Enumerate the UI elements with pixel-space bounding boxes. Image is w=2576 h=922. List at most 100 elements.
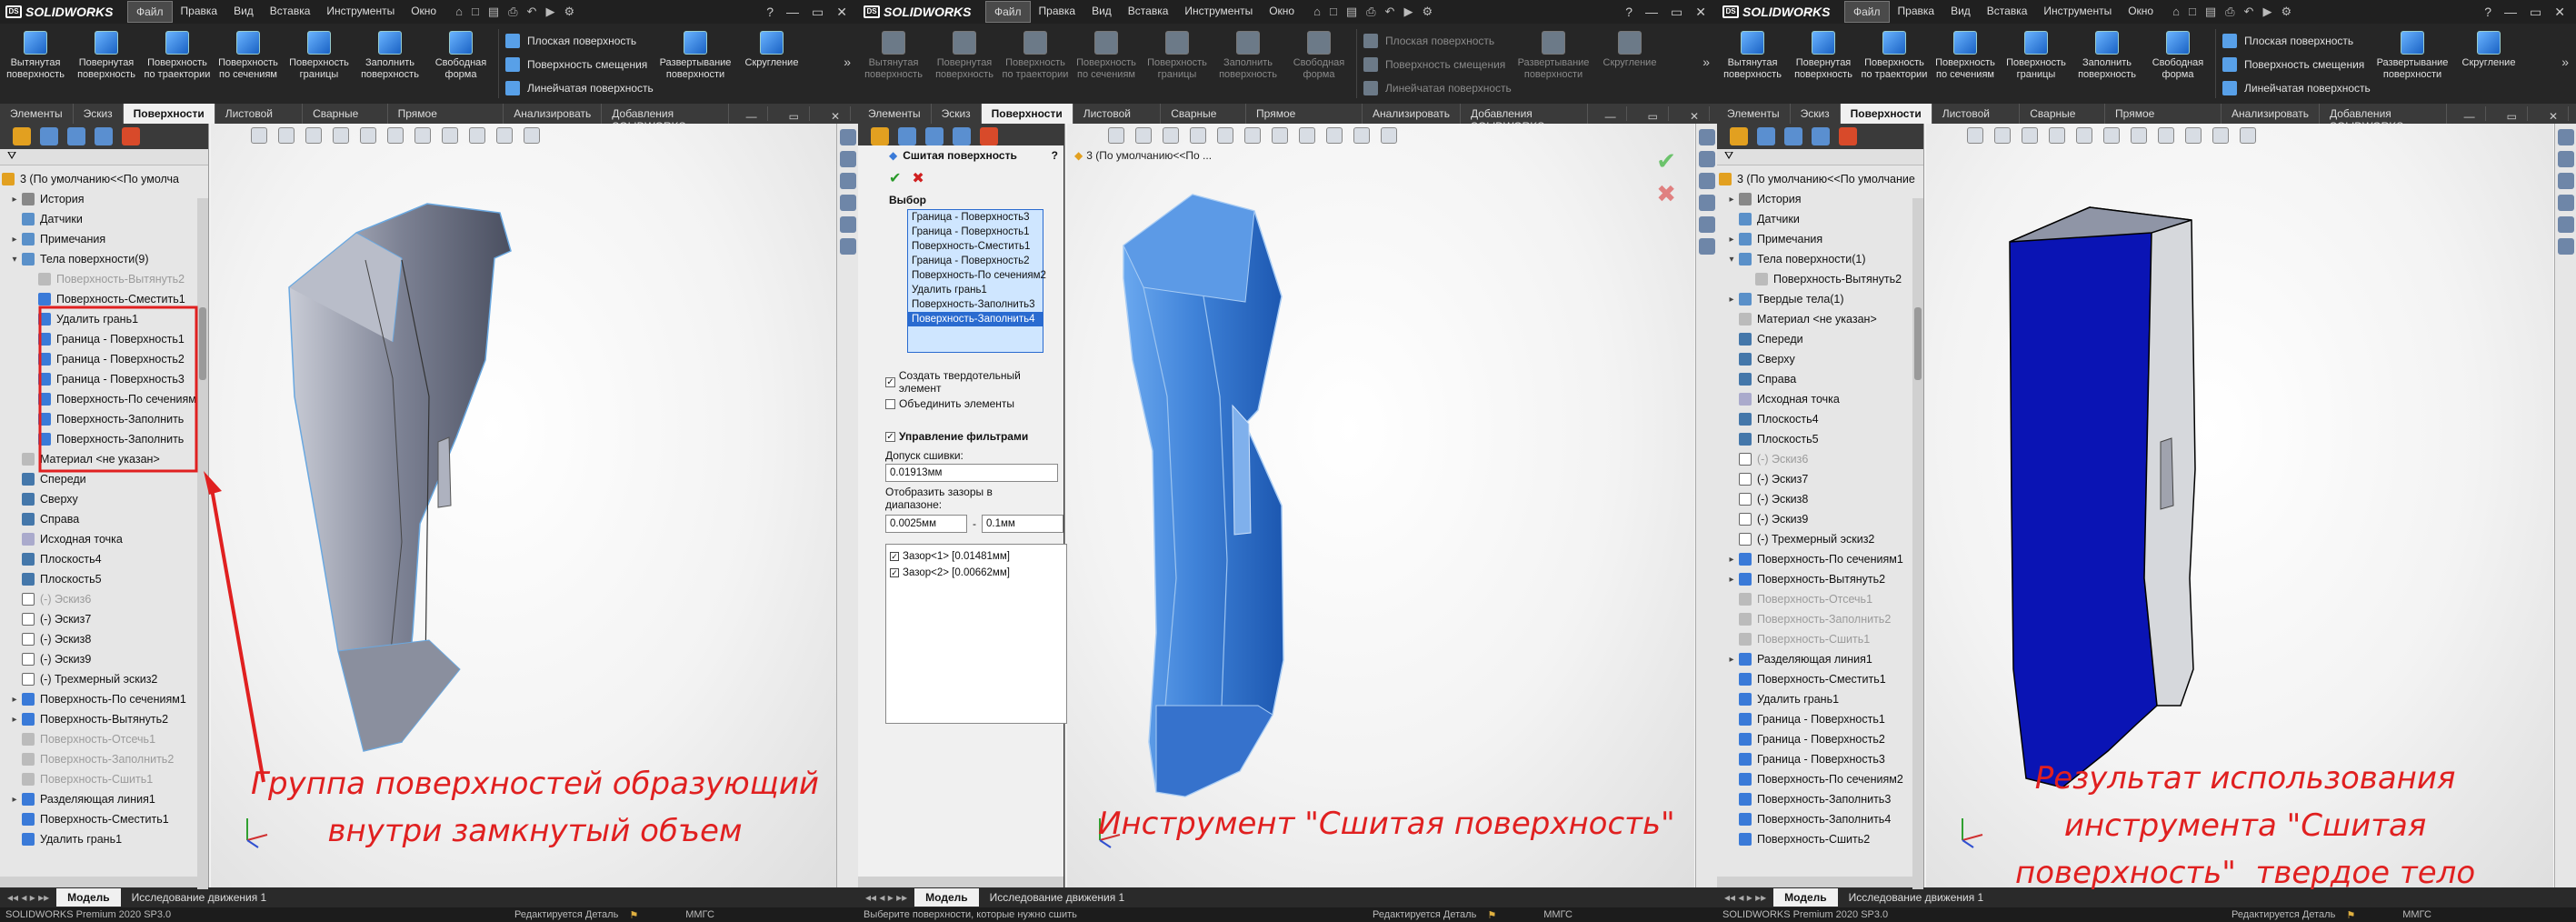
ribbon-button-2[interactable]: Поверхность по траектории bbox=[1859, 27, 1930, 104]
scrollbar-thumb[interactable] bbox=[1914, 307, 1922, 380]
tree-item[interactable]: Удалить грань1 bbox=[0, 829, 208, 849]
expand-icon[interactable]: ▸ bbox=[9, 195, 20, 205]
menu-item-1[interactable]: Правка bbox=[173, 1, 226, 23]
menu-item-2[interactable]: Вид bbox=[225, 1, 262, 23]
help-icon[interactable]: ? bbox=[766, 5, 774, 20]
restore-icon[interactable]: ▭ bbox=[812, 5, 824, 20]
tree-item[interactable]: Поверхность-По сечениям2 bbox=[1717, 769, 1923, 789]
tab-5[interactable]: Прямое редактирование bbox=[2105, 104, 2222, 133]
filter-icon[interactable]: ⛛ bbox=[1717, 149, 1923, 165]
tree-item[interactable]: Плоскость4 bbox=[0, 549, 208, 569]
tree-item[interactable]: Поверхность-Отсечь1 bbox=[0, 729, 208, 749]
custom-properties-icon[interactable] bbox=[840, 238, 856, 255]
tree-item[interactable]: Поверхность-Сместить1 bbox=[1717, 669, 1923, 689]
tab-5[interactable]: Прямое редактирование bbox=[1246, 104, 1363, 133]
resources-icon[interactable] bbox=[840, 129, 856, 145]
ribbon-button-0[interactable]: Вытянутая поверхность bbox=[858, 27, 929, 104]
expand-icon[interactable]: ▾ bbox=[9, 255, 20, 265]
dimxpert-icon[interactable] bbox=[953, 127, 971, 145]
menu-item-4[interactable]: Инструменты bbox=[318, 1, 403, 23]
status-units[interactable]: ММГС bbox=[2397, 909, 2437, 920]
filter-section-checkbox[interactable]: ✓ Управление фильтрами bbox=[880, 426, 1063, 447]
custom-properties-icon[interactable] bbox=[2558, 238, 2574, 255]
ribbon-list-item-1[interactable]: Поверхность смещения bbox=[505, 53, 654, 76]
options-icon[interactable]: ⚙ bbox=[1422, 5, 1433, 19]
display-manager-icon[interactable] bbox=[1839, 127, 1857, 145]
feature-manager-icon[interactable] bbox=[871, 127, 889, 145]
tab-nav-icons[interactable]: ◂◂ ◂ ▸ ▸▸ bbox=[0, 891, 56, 904]
tree-item[interactable]: (-) Эскиз8 bbox=[1717, 489, 1923, 509]
tab-0[interactable]: Элементы bbox=[0, 104, 74, 124]
tree-item[interactable]: Спереди bbox=[0, 469, 208, 489]
tree-item[interactable]: Датчики bbox=[0, 209, 208, 229]
ribbon-button-2[interactable]: Поверхность по траектории bbox=[142, 27, 213, 104]
tree-item[interactable]: Датчики bbox=[1717, 209, 1923, 229]
tab-0[interactable]: Элементы bbox=[858, 104, 932, 124]
tab-3[interactable]: Листовой металл bbox=[215, 104, 304, 133]
restore-icon[interactable]: ▭ bbox=[1671, 5, 1682, 20]
tree-item[interactable]: Поверхность-Заполнить bbox=[0, 429, 208, 449]
tree-item[interactable]: Удалить грань1 bbox=[1717, 689, 1923, 709]
configuration-manager-icon[interactable] bbox=[925, 127, 944, 145]
new-icon[interactable]: □ bbox=[2189, 5, 2196, 19]
tree-item[interactable]: ▾ Тела поверхности(1) bbox=[1717, 249, 1923, 269]
tree-root[interactable]: 3 (По умолчанию<<По умолчание bbox=[1717, 169, 1923, 189]
model-tab[interactable]: Модель bbox=[1773, 888, 1838, 907]
selection-item[interactable]: Поверхность-Заполнить4 bbox=[908, 312, 1043, 326]
print-icon[interactable]: ⎙ bbox=[508, 5, 517, 19]
tab-1[interactable]: Эскиз bbox=[74, 104, 124, 124]
horizontal-scrollbar[interactable] bbox=[1717, 877, 1923, 887]
tree-item[interactable]: Поверхность-Сшить1 bbox=[1717, 629, 1923, 649]
expand-icon[interactable]: ▸ bbox=[1726, 295, 1737, 305]
home-icon[interactable]: ⌂ bbox=[455, 5, 463, 19]
tree-item[interactable]: Спереди bbox=[1717, 329, 1923, 349]
tree-item[interactable]: Исходная точка bbox=[1717, 389, 1923, 409]
selection-list[interactable]: Граница - Поверхность3 Граница - Поверхно… bbox=[907, 209, 1046, 353]
close-icon[interactable]: ✕ bbox=[836, 5, 847, 20]
tree-item[interactable]: (-) Эскиз7 bbox=[0, 609, 208, 629]
minimize-icon[interactable]: — bbox=[786, 5, 799, 20]
tree-item[interactable]: Поверхность-По сечениям bbox=[0, 389, 208, 409]
tree-item[interactable]: Удалить грань1 bbox=[0, 309, 208, 329]
new-icon[interactable]: □ bbox=[472, 5, 479, 19]
doc-restore-icon[interactable]: ▭ bbox=[779, 106, 810, 123]
menu-item-5[interactable]: Окно bbox=[1261, 1, 1303, 23]
ribbon-button-1[interactable]: Повернутая поверхность bbox=[929, 27, 1000, 104]
configuration-manager-icon[interactable] bbox=[67, 127, 85, 145]
expand-icon[interactable]: ▸ bbox=[9, 795, 20, 805]
filter-icon[interactable]: ⛛ bbox=[0, 149, 208, 165]
ribbon-list-item-1[interactable]: Поверхность смещения bbox=[2222, 53, 2371, 76]
fillet-button[interactable]: Скругление bbox=[736, 27, 807, 104]
horizontal-scrollbar[interactable] bbox=[858, 877, 1063, 887]
tree-item[interactable]: ▸ История bbox=[1717, 189, 1923, 209]
open-icon[interactable]: ▤ bbox=[2205, 5, 2216, 19]
ribbon-button-5[interactable]: Заполнить поверхность bbox=[2072, 27, 2142, 104]
tab-6[interactable]: Анализировать bbox=[504, 104, 603, 124]
ribbon-button-3[interactable]: Поверхность по сечениям bbox=[1071, 27, 1142, 104]
tree-item[interactable]: (-) Эскиз7 bbox=[1717, 469, 1923, 489]
ribbon-list-item-0[interactable]: Плоская поверхность bbox=[2222, 29, 2371, 53]
ribbon-button-3[interactable]: Поверхность по сечениям bbox=[1930, 27, 2001, 104]
expand-icon[interactable]: ▸ bbox=[1726, 655, 1737, 665]
view-palette-icon[interactable] bbox=[2558, 195, 2574, 211]
ribbon-button-6[interactable]: Свободная форма bbox=[425, 27, 496, 104]
ribbon-button-4[interactable]: Поверхность границы bbox=[284, 27, 354, 104]
gap-item[interactable]: ✓ Зазор<2> [0.00662мм] bbox=[886, 565, 1066, 581]
ribbon-button-2[interactable]: Поверхность по траектории bbox=[1000, 27, 1071, 104]
view-palette-icon[interactable] bbox=[840, 195, 856, 211]
tab-3[interactable]: Листовой металл bbox=[1073, 104, 1162, 133]
property-manager-icon[interactable] bbox=[898, 127, 916, 145]
property-manager-icon[interactable] bbox=[40, 127, 58, 145]
tree-item[interactable]: Плоскость5 bbox=[0, 569, 208, 589]
ribbon-list-item-0[interactable]: Плоская поверхность bbox=[1363, 29, 1512, 53]
tree-item[interactable]: Граница - Поверхность1 bbox=[1717, 709, 1923, 729]
tree-item[interactable]: Поверхность-Заполнить bbox=[0, 409, 208, 429]
expand-icon[interactable]: ▸ bbox=[1726, 195, 1737, 205]
ribbon-button-4[interactable]: Поверхность границы bbox=[2001, 27, 2072, 104]
tab-2[interactable]: Поверхности bbox=[123, 104, 215, 124]
gap-item[interactable]: ✓ Зазор<1> [0.01481мм] bbox=[886, 548, 1066, 565]
dimxpert-icon[interactable] bbox=[95, 127, 113, 145]
tree-item[interactable]: Поверхность-Заполнить4 bbox=[1717, 809, 1923, 829]
appearances-icon[interactable] bbox=[1699, 216, 1715, 233]
tree-item[interactable]: Плоскость5 bbox=[1717, 429, 1923, 449]
